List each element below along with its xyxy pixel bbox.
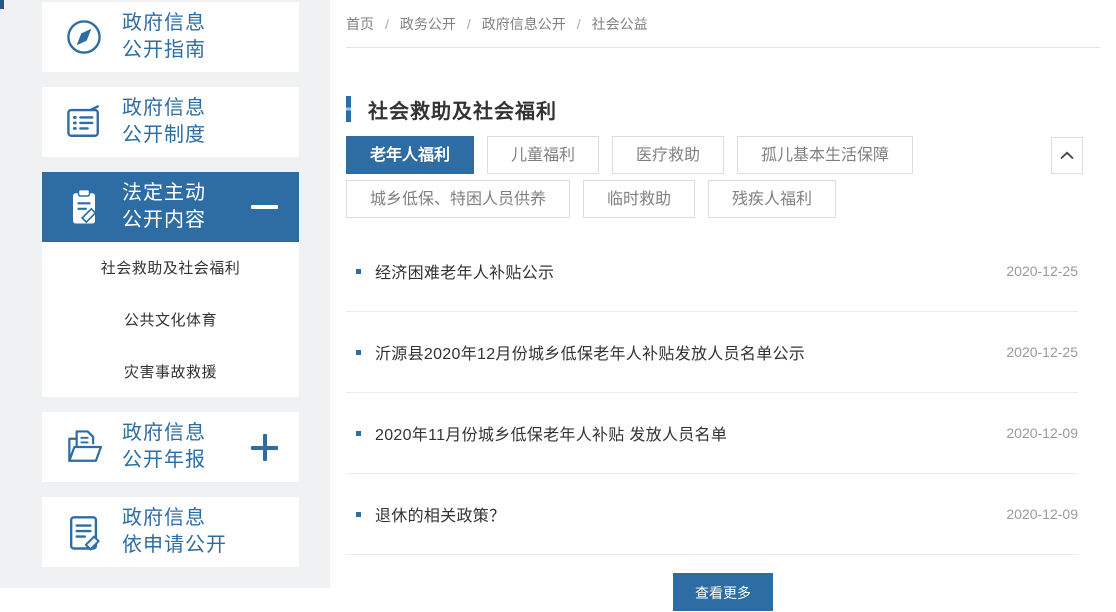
article-list: 经济困难老年人补贴公示 2020-12-25 沂源县2020年12月份城乡低保老… [346,231,1078,555]
article-row: 退休的相关政策？ 2020-12-09 [346,474,1078,555]
tab-subsistence-allowance[interactable]: 城乡低保、特困人员供养 [346,180,570,218]
breadcrumb: 首页 / 政务公开 / 政府信息公开 / 社会公益 [346,0,1100,48]
article-date: 2020-12-25 [1006,344,1078,360]
chevron-up-icon [1059,147,1075,165]
breadcrumb-separator: / [467,16,471,32]
main-content: 首页 / 政务公开 / 政府信息公开 / 社会公益 社会救助及社会福利 老年人福… [330,0,1116,588]
category-tabs: 老年人福利 儿童福利 医疗救助 孤儿基本生活保障 城乡低保、特困人员供养 临时救… [346,136,1046,218]
document-pen-icon [62,510,106,554]
sidebar-item-guide[interactable]: 政府信息 公开指南 [42,2,299,72]
view-more-button[interactable]: 查看更多 [673,573,773,611]
sidebar-item-label: 法定主动 公开内容 [122,180,206,234]
article-date: 2020-12-25 [1006,263,1078,279]
breadcrumb-gov-info[interactable]: 政府信息公开 [482,14,566,34]
category-tabs-row: 老年人福利 儿童福利 医疗救助 孤儿基本生活保障 城乡低保、特困人员供养 临时救… [346,136,1100,218]
section-title: 社会救助及社会福利 [346,96,1100,122]
breadcrumb-home[interactable]: 首页 [346,14,374,34]
clipboard-pen-icon [62,185,106,229]
compass-icon [62,15,106,59]
title-marker [346,96,351,122]
collapse-tabs-button[interactable] [1051,137,1083,174]
page-root: 政府信息 公开指南 政府信息 公开制度 [0,0,1116,588]
folder-doc-icon [62,425,106,469]
sidebar: 政府信息 公开指南 政府信息 公开制度 [0,0,330,588]
breadcrumb-gov-affairs[interactable]: 政务公开 [400,14,456,34]
article-row: 2020年11月份城乡低保老年人补贴 发放人员名单 2020-12-09 [346,393,1078,474]
article-title-link[interactable]: 2020年11月份城乡低保老年人补贴 发放人员名单 [375,421,727,445]
tab-orphan-basic-living[interactable]: 孤儿基本生活保障 [737,136,913,174]
sidebar-item-label: 政府信息 公开年报 [122,420,206,474]
tab-temporary-assistance[interactable]: 临时救助 [583,180,695,218]
sidebar-item-label: 政府信息 依申请公开 [122,505,227,559]
sidebar-item-label: 政府信息 公开指南 [122,10,206,64]
article-title-link[interactable]: 沂源县2020年12月份城乡低保老年人补贴发放人员名单公示 [375,340,805,364]
sidebar-item-label: 政府信息 公开制度 [122,95,206,149]
tab-elderly-welfare[interactable]: 老年人福利 [346,136,474,174]
bullet-icon [356,512,361,517]
submenu-item-culture-sports[interactable]: 公共文化体育 [42,294,299,346]
expand-plus-icon[interactable] [251,434,278,461]
article-title-link[interactable]: 退休的相关政策？ [375,502,505,526]
article-date: 2020-12-09 [1006,425,1078,441]
sidebar-item-annual-report[interactable]: 政府信息 公开年报 [42,412,299,482]
article-row: 沂源县2020年12月份城乡低保老年人补贴发放人员名单公示 2020-12-25 [346,312,1078,393]
sidebar-item-statutory-disclosure[interactable]: 法定主动 公开内容 [42,172,299,242]
book-icon [62,100,106,144]
breadcrumb-current: 社会公益 [592,14,648,34]
bullet-icon [356,431,361,436]
bullet-icon [356,350,361,355]
sidebar-item-rules[interactable]: 政府信息 公开制度 [42,87,299,157]
article-title-link[interactable]: 经济困难老年人补贴公示 [375,259,554,283]
corner-mark [0,0,4,9]
collapse-minus-icon[interactable] [251,205,278,209]
breadcrumb-separator: / [385,16,389,32]
article-row: 经济困难老年人补贴公示 2020-12-25 [346,231,1078,312]
tab-medical-assistance[interactable]: 医疗救助 [612,136,724,174]
bullet-icon [356,269,361,274]
tab-disabled-welfare[interactable]: 残疾人福利 [708,180,836,218]
submenu-item-social-assistance[interactable]: 社会救助及社会福利 [42,242,299,294]
page-title: 社会救助及社会福利 [368,95,557,124]
sidebar-submenu: 社会救助及社会福利 公共文化体育 灾害事故救援 [42,242,299,397]
sidebar-item-disclosure-upon-request[interactable]: 政府信息 依申请公开 [42,497,299,567]
submenu-item-disaster-rescue[interactable]: 灾害事故救援 [42,345,299,397]
breadcrumb-separator: / [577,16,581,32]
tab-children-welfare[interactable]: 儿童福利 [487,136,599,174]
article-date: 2020-12-09 [1006,506,1078,522]
